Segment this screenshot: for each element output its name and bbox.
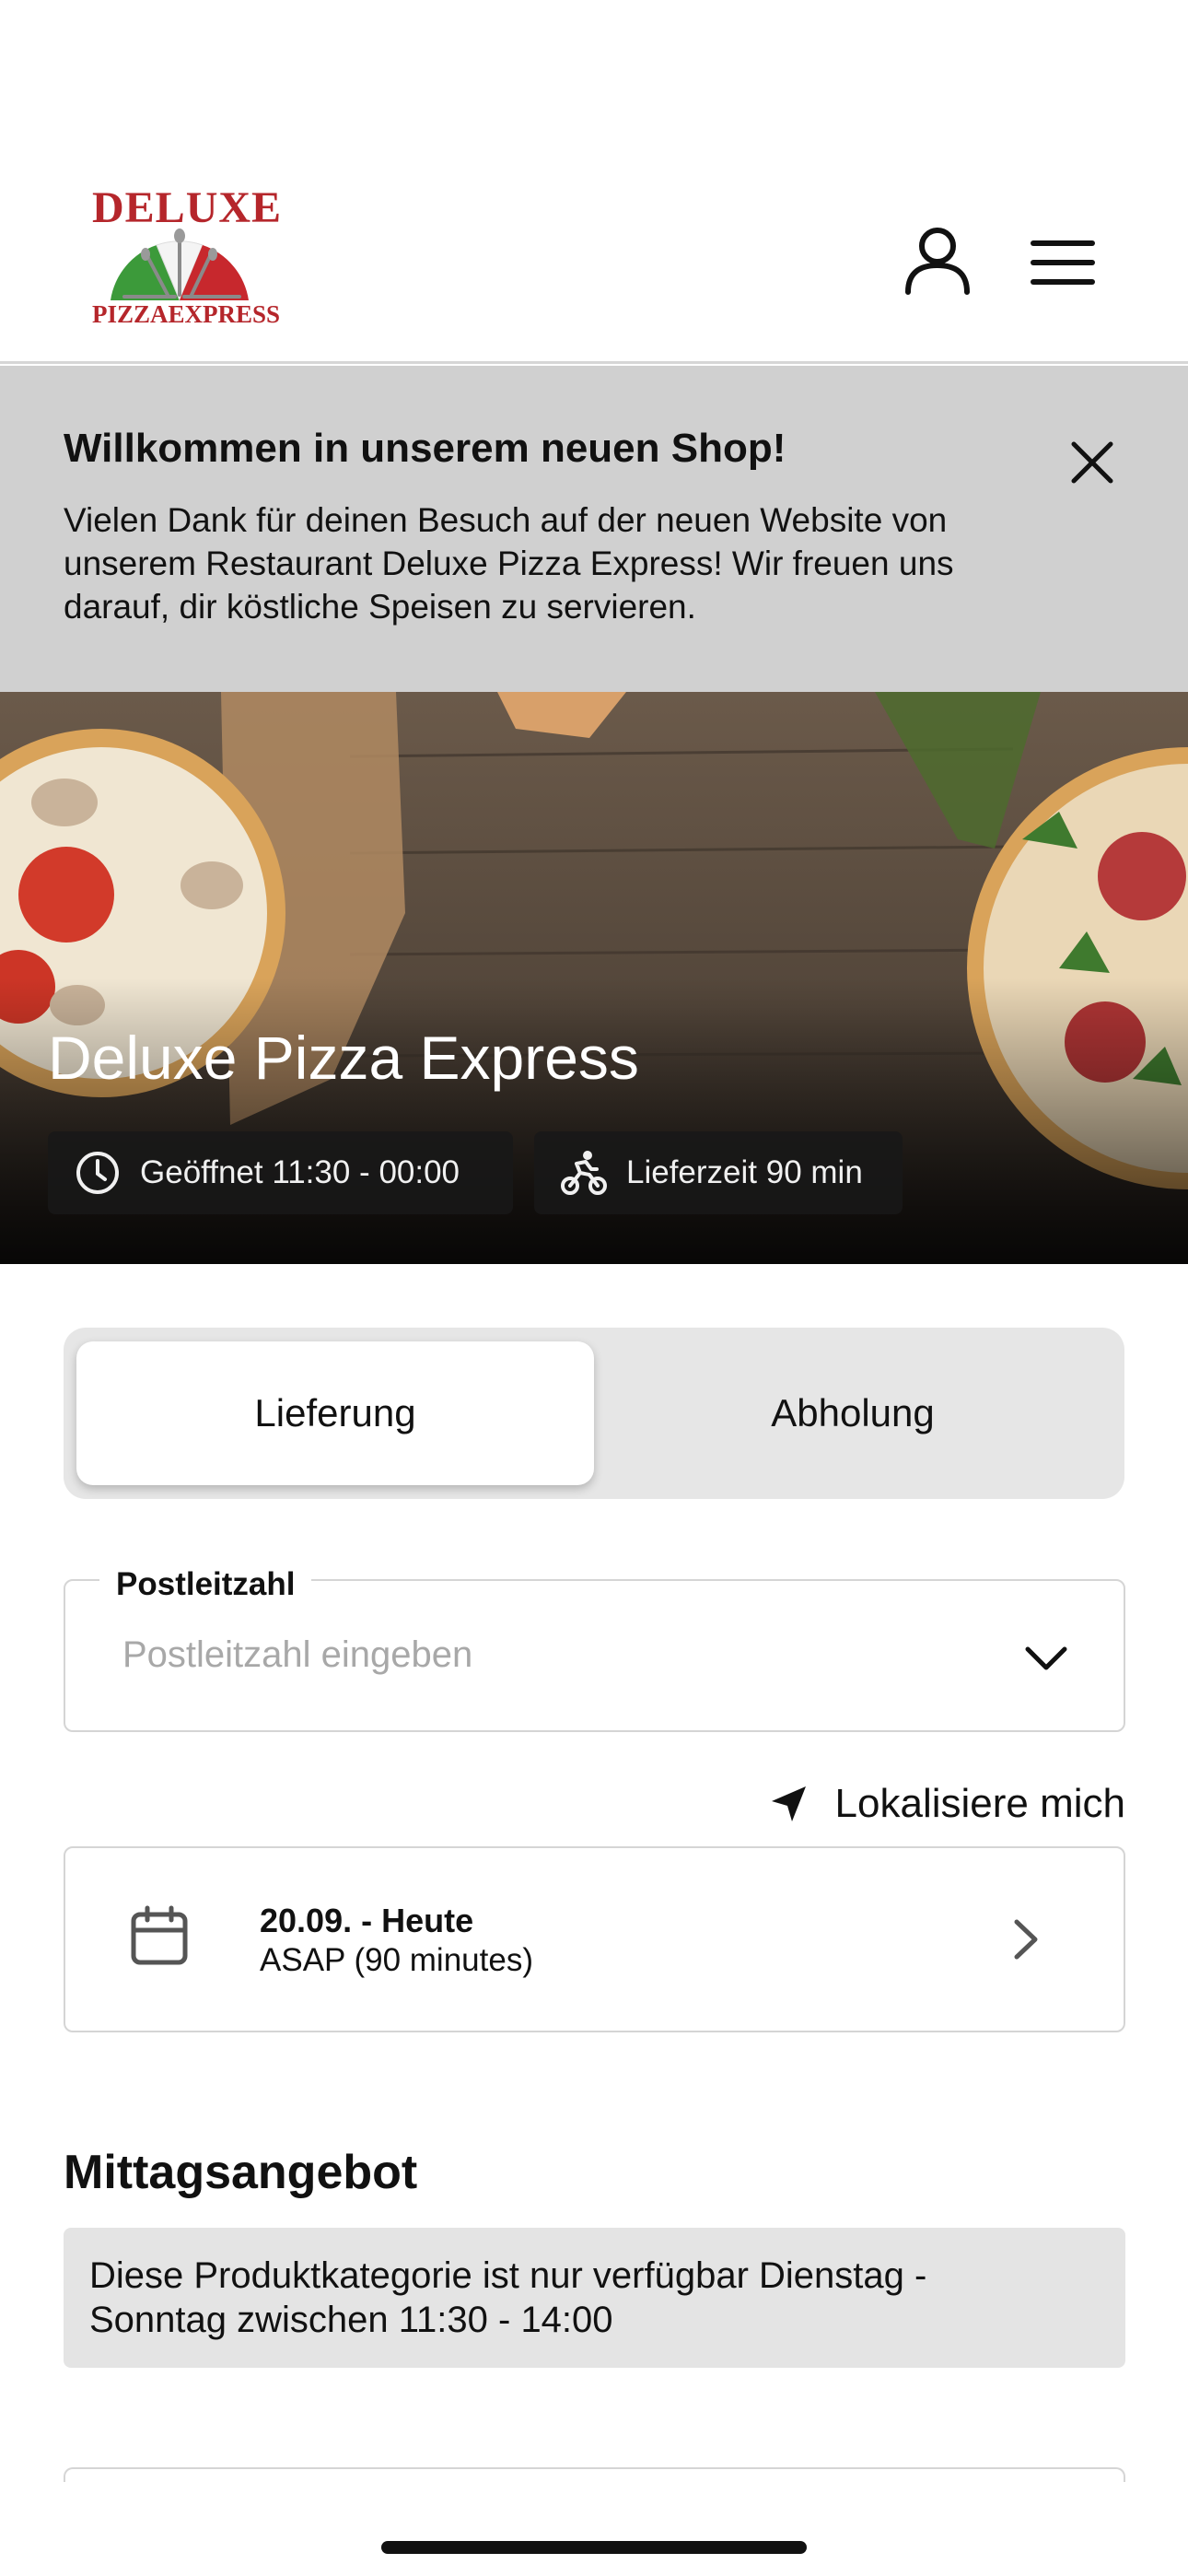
home-indicator[interactable]	[381, 2541, 807, 2554]
delivery-option[interactable]: Lieferung	[76, 1341, 594, 1485]
category-title: Mittagsangebot	[64, 2146, 418, 2199]
delivery-date: 20.09. - Heute	[260, 1902, 474, 1939]
delivery-time-selector[interactable]	[64, 1846, 1125, 2032]
delivery-time-chip: Lieferzeit 90 min	[534, 1131, 903, 1214]
opening-hours-chip: Geöffnet 11:30 - 00:00	[48, 1131, 513, 1214]
postcode-input[interactable]	[122, 1634, 951, 1676]
banner-text: Vielen Dank für deinen Besuch auf der ne…	[64, 501, 954, 626]
bottom-safe-area	[0, 2482, 1188, 2576]
delivery-time-value: ASAP (90 minutes)	[260, 1942, 533, 1978]
locate-me-button[interactable]: Lokalisiere mich	[755, 1776, 1125, 1832]
locate-me-label: Lokalisiere mich	[834, 1781, 1125, 1826]
delivery-time-text: Lieferzeit 90 min	[626, 1154, 863, 1190]
chevron-down-icon[interactable]	[1022, 1640, 1070, 1677]
hamburger-menu-icon[interactable]	[1030, 238, 1096, 287]
logo-bottom-word: PIZZAEXPRESS	[92, 300, 281, 328]
restaurant-name: Deluxe Pizza Express	[48, 1024, 639, 1092]
postcode-label: Postleitzahl	[99, 1566, 312, 1603]
close-icon[interactable]	[1066, 437, 1118, 488]
logo-top-word: DELUXE	[92, 183, 283, 232]
opening-hours-text: Geöffnet 11:30 - 00:00	[140, 1154, 460, 1190]
user-icon[interactable]	[903, 226, 973, 296]
courier-bike-icon	[561, 1151, 607, 1195]
chevron-right-icon[interactable]	[1009, 1916, 1042, 1962]
pickup-option[interactable]: Abholung	[594, 1341, 1112, 1485]
logo-emblem	[111, 228, 249, 302]
clock-icon	[76, 1152, 119, 1194]
banner-title: Willkommen in unserem neuen Shop!	[64, 426, 786, 471]
calendar-icon	[131, 1905, 188, 1965]
availability-notice-text: Diese Produktkategorie ist nur verfügbar…	[89, 2255, 927, 2340]
location-arrow-icon	[771, 1786, 806, 1821]
logo[interactable]: DELUXE PIZZAEXPRESS	[92, 182, 283, 339]
